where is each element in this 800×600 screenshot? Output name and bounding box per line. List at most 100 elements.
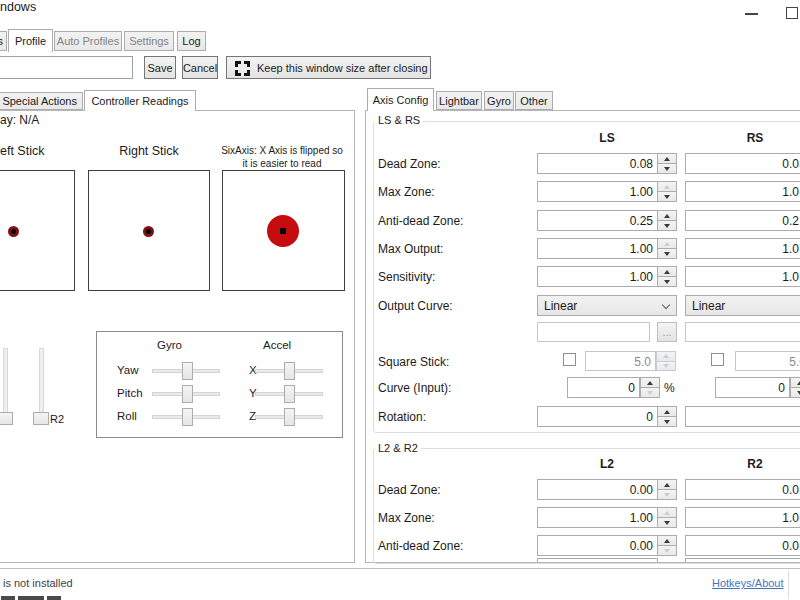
rs-anti-dead-zone-field[interactable]: 0.2: [685, 210, 800, 231]
ls-custom-curve-field[interactable]: [537, 322, 650, 342]
ls-dead-zone-field[interactable]: 0.08: [537, 153, 658, 174]
r2-anti-dead-zone-field[interactable]: 0.0: [685, 535, 800, 556]
accel-y-slider-thumb[interactable]: [284, 385, 295, 403]
status-message: is not installed: [3, 577, 73, 589]
r2-dead-zone-field[interactable]: 0.0: [685, 479, 800, 500]
arrow-up-icon: [663, 354, 669, 358]
tab-profile[interactable]: Profile: [8, 29, 53, 52]
pitch-slider-thumb[interactable]: [182, 385, 193, 403]
ls-max-zone-spinner[interactable]: [657, 181, 677, 202]
l2-anti-dead-zone-spinner[interactable]: [657, 535, 677, 556]
spin-down-button[interactable]: [657, 191, 677, 202]
roll-label: Roll: [117, 410, 137, 422]
l2-anti-dead-zone-field[interactable]: 0.00: [537, 535, 658, 556]
ls-anti-dead-zone-field[interactable]: 0.25: [537, 210, 658, 231]
spin-down-button[interactable]: [657, 416, 677, 427]
rs-custom-curve-field[interactable]: [685, 322, 800, 342]
max-zone-label: Max Zone:: [378, 185, 435, 199]
ls-max-zone-field[interactable]: 1.00: [537, 181, 658, 202]
tab-lightbar[interactable]: Lightbar: [436, 91, 482, 110]
l2-max-zone-spinner[interactable]: [657, 507, 677, 528]
ls-max-output-field[interactable]: 1.00: [537, 238, 658, 259]
arrow-up-icon: [664, 539, 670, 543]
left-stick-label: eft Stick: [0, 144, 44, 158]
tab-settings[interactable]: Settings: [124, 31, 174, 51]
maximize-icon[interactable]: [786, 7, 798, 19]
ls-anti-dead-zone-spinner[interactable]: [657, 210, 677, 231]
cancel-button[interactable]: Cancel: [182, 56, 218, 79]
tab-other[interactable]: Other: [515, 91, 553, 110]
spin-down-button[interactable]: [790, 387, 800, 398]
spin-down-button[interactable]: [657, 220, 677, 231]
hotkeys-about-link[interactable]: Hotkeys/About: [712, 577, 784, 589]
ls-square-stick-spinner[interactable]: [656, 351, 676, 371]
rs-sensitivity-field[interactable]: 1.0: [685, 266, 800, 287]
l2-dead-zone-field[interactable]: 0.00: [537, 479, 658, 500]
ls-max-output-spinner[interactable]: [657, 238, 677, 259]
l2-slider-thumb[interactable]: [0, 412, 13, 425]
tab-log[interactable]: Log: [177, 31, 206, 51]
rs-output-curve-dropdown[interactable]: Linear: [685, 295, 800, 316]
roll-slider-thumb[interactable]: [182, 408, 193, 426]
ls-rotation-spinner[interactable]: [657, 406, 677, 427]
ls-sensitivity-field[interactable]: 1.00: [537, 266, 658, 287]
rs-max-output-field[interactable]: 1.0: [685, 238, 800, 259]
arrow-up-icon: [664, 185, 670, 189]
tab-special-actions[interactable]: Special Actions: [0, 92, 83, 110]
r2-max-zone-field[interactable]: 1.0: [685, 507, 800, 528]
rs-dead-zone-field[interactable]: 0.0: [685, 153, 800, 174]
tab-axis-config[interactable]: Axis Config: [367, 88, 434, 111]
ls-custom-curve-browse-button[interactable]: ...: [657, 322, 677, 342]
rs-rotation-field[interactable]: [685, 406, 800, 427]
yaw-slider-thumb[interactable]: [182, 362, 193, 380]
ls-curve-input-field[interactable]: 0: [567, 377, 640, 398]
spin-down-button[interactable]: [656, 361, 676, 372]
ls-square-stick-field[interactable]: 5.0: [585, 351, 656, 371]
ls-output-curve-dropdown[interactable]: Linear: [537, 295, 677, 316]
rs-curve-input-field[interactable]: 0: [715, 377, 790, 398]
save-button[interactable]: Save: [144, 56, 176, 79]
l2-max-zone-field[interactable]: 1.00: [537, 507, 658, 528]
ls-column-header: LS: [537, 131, 677, 145]
spin-down-button[interactable]: [657, 545, 677, 556]
spin-down-button[interactable]: [657, 248, 677, 259]
spin-down-button[interactable]: [657, 489, 677, 500]
l2-anti-dead-zone-label: Anti-dead Zone:: [378, 539, 463, 553]
curve-input-label: Curve (Input):: [378, 381, 451, 395]
accel-x-slider-thumb[interactable]: [284, 362, 295, 380]
arrow-down-icon: [664, 195, 670, 199]
r2-slider-label: R2: [50, 413, 64, 425]
tab-gyro[interactable]: Gyro: [484, 91, 514, 110]
arrow-up-icon: [664, 511, 670, 515]
l2-dead-zone-spinner[interactable]: [657, 479, 677, 500]
ls-rotation-field[interactable]: 0: [537, 406, 658, 427]
arrow-down-icon: [647, 391, 653, 395]
minimize-icon[interactable]: [745, 13, 758, 15]
spin-down-button[interactable]: [657, 517, 677, 528]
ls-curve-input-spinner[interactable]: [640, 377, 660, 398]
rs-square-stick-checkbox[interactable]: [711, 353, 724, 366]
max-output-label: Max Output:: [378, 242, 443, 256]
tab-controller-readings[interactable]: Controller Readings: [84, 90, 196, 111]
gyro-header: Gyro: [157, 339, 182, 351]
keep-window-size-button[interactable]: Keep this window size after closing: [226, 56, 431, 79]
tab-auto-profiles[interactable]: Auto Profiles: [54, 31, 122, 51]
rs-square-stick-field[interactable]: 5.0: [735, 351, 800, 371]
profile-name-input[interactable]: [0, 56, 133, 79]
arrow-up-icon: [647, 381, 653, 385]
ls-rs-group-label: LS & RS: [375, 114, 423, 126]
spin-down-button[interactable]: [657, 276, 677, 287]
arrow-down-icon: [663, 364, 669, 368]
accel-z-slider-thumb[interactable]: [284, 408, 295, 426]
tab-controllers-partial[interactable]: s: [0, 31, 7, 51]
r2-slider-thumb[interactable]: [33, 412, 49, 425]
rs-curve-input-spinner[interactable]: [790, 377, 800, 398]
spin-down-button[interactable]: [657, 163, 677, 174]
square-stick-label: Square Stick:: [378, 355, 449, 369]
ls-square-stick-checkbox[interactable]: [563, 353, 576, 366]
ls-dead-zone-spinner[interactable]: [657, 153, 677, 174]
rs-max-zone-field[interactable]: 1.0: [685, 181, 800, 202]
spin-down-button[interactable]: [640, 387, 660, 398]
l2-r2-group-label: L2 & R2: [375, 442, 421, 454]
ls-sensitivity-spinner[interactable]: [657, 266, 677, 287]
